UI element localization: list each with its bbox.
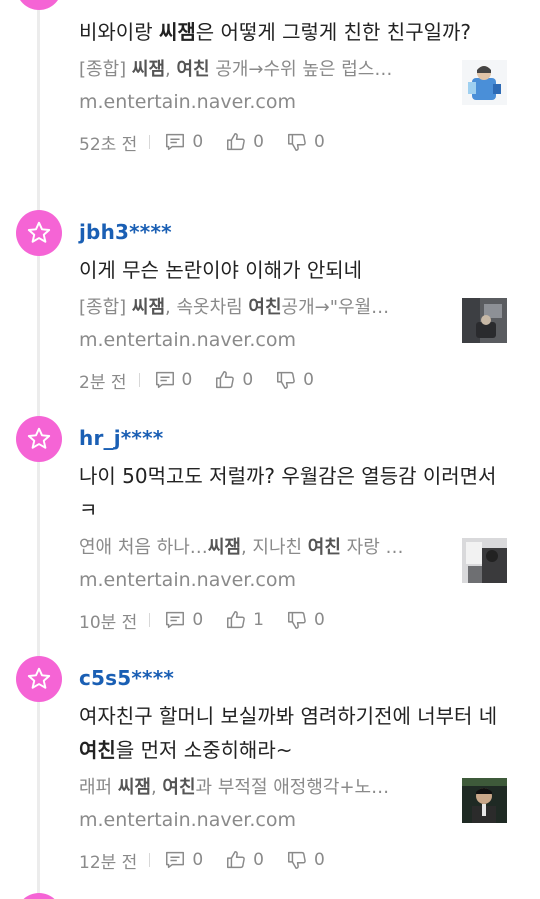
speech-bubble-icon — [166, 851, 185, 869]
link-preview[interactable]: [종합] 씨잼, 여친 공개→수위 높은 럽스… m.entertain.nav… — [79, 56, 519, 120]
link-thumbnail — [462, 538, 507, 583]
speech-bubble-icon — [166, 133, 185, 151]
comment-meta: 10분 전 0 1 0 — [79, 608, 519, 633]
reply-count: 0 — [192, 132, 204, 152]
dislike-button[interactable]: 0 — [275, 369, 314, 391]
link-preview[interactable]: [종합] 씨잼, 속옷차림 여친공개→"우월… m.entertain.nave… — [79, 294, 519, 358]
divider — [149, 853, 151, 867]
comment-time: 10분 전 — [79, 612, 138, 633]
thumbs-down-icon — [288, 133, 306, 151]
link-title: 래퍼 씨잼, 여친과 부적절 애정행각+노… — [79, 777, 390, 798]
avatar[interactable] — [16, 416, 62, 462]
like-count: 1 — [253, 610, 264, 630]
link-domain: m.entertain.naver.com — [79, 809, 296, 831]
dislike-button[interactable]: 0 — [286, 609, 325, 631]
dislike-count: 0 — [313, 850, 325, 870]
reply-button[interactable]: 0 — [164, 849, 203, 871]
comment-meta: 52초 전 0 0 0 — [79, 130, 519, 155]
thumbs-down-icon — [288, 611, 306, 629]
link-thumbnail — [462, 60, 507, 105]
star-icon — [27, 221, 51, 243]
comment-text: 여자친구 할머니 보실까봐 염려하기전에 너부터 네 여친을 먼저 소중히해라~ — [79, 704, 498, 762]
link-preview[interactable]: 래퍼 씨잼, 여친과 부적절 애정행각+노… m.entertain.naver… — [79, 774, 519, 838]
comment-time: 12분 전 — [79, 852, 138, 873]
link-domain: m.entertain.naver.com — [79, 329, 296, 351]
link-title: [종합] 씨잼, 여친 공개→수위 높은 럽스… — [79, 59, 393, 80]
thumbs-down-icon — [288, 851, 306, 869]
link-title: [종합] 씨잼, 속옷차림 여친공개→"우월… — [79, 297, 390, 318]
like-button[interactable]: 1 — [225, 609, 264, 631]
thumbs-up-icon — [227, 851, 245, 869]
dislike-count: 0 — [303, 370, 314, 390]
thumbs-up-icon — [227, 133, 245, 151]
thumbs-up-icon — [216, 371, 235, 389]
reply-button[interactable]: 0 — [154, 369, 193, 391]
like-button[interactable]: 0 — [225, 849, 264, 871]
username[interactable]: c5s5**** — [79, 664, 519, 692]
speech-bubble-icon — [166, 611, 185, 629]
comment-text: 비와이랑 씨잼은 어떻게 그렇게 친한 친구일까? — [79, 20, 472, 44]
comment-time: 52초 전 — [79, 134, 138, 155]
link-domain: m.entertain.naver.com — [79, 569, 296, 591]
link-thumbnail — [462, 778, 507, 823]
thumbs-down-icon — [277, 371, 295, 389]
like-count: 0 — [253, 132, 264, 152]
divider — [138, 373, 140, 387]
reply-button[interactable]: 0 — [164, 609, 203, 631]
username[interactable]: jbh3**** — [79, 218, 519, 246]
star-icon — [27, 667, 51, 689]
divider — [149, 613, 151, 627]
reply-button[interactable]: 0 — [164, 131, 203, 153]
comment-meta: 2분 전 0 0 0 — [79, 368, 519, 393]
link-domain: m.entertain.naver.com — [79, 91, 296, 113]
comment-text: 나이 50먹고도 저럴까? 우월감은 열등감 이러면서 ㅋ — [79, 464, 497, 522]
dislike-button[interactable]: 0 — [286, 849, 325, 871]
link-title: 연애 처음 하나…씨잼, 지나친 여친 자랑 … — [79, 537, 404, 558]
dislike-button[interactable]: 0 — [286, 131, 325, 153]
star-icon — [27, 427, 51, 449]
thumbs-up-icon — [227, 611, 245, 629]
username[interactable]: hr_j**** — [79, 424, 519, 452]
reply-count: 0 — [192, 850, 204, 870]
reply-count: 0 — [181, 370, 193, 390]
like-button[interactable]: 0 — [225, 131, 264, 153]
comment-meta: 12분 전 0 0 0 — [79, 848, 519, 873]
link-thumbnail — [462, 298, 507, 343]
reply-count: 0 — [192, 610, 204, 630]
dislike-count: 0 — [313, 132, 325, 152]
avatar[interactable] — [16, 656, 62, 702]
like-count: 0 — [242, 370, 254, 390]
like-count: 0 — [253, 850, 264, 870]
avatar[interactable] — [16, 210, 62, 256]
divider — [149, 135, 151, 149]
comment-text: 이게 무슨 논란이야 이해가 안되네 — [79, 258, 363, 282]
like-button[interactable]: 0 — [214, 369, 253, 391]
speech-bubble-icon — [155, 371, 174, 389]
dislike-count: 0 — [313, 610, 325, 630]
avatar-partial — [16, 0, 62, 10]
comment-time: 2분 전 — [79, 372, 127, 393]
avatar-partial — [16, 893, 62, 899]
link-preview[interactable]: 연애 처음 하나…씨잼, 지나친 여친 자랑 … m.entertain.nav… — [79, 534, 519, 598]
